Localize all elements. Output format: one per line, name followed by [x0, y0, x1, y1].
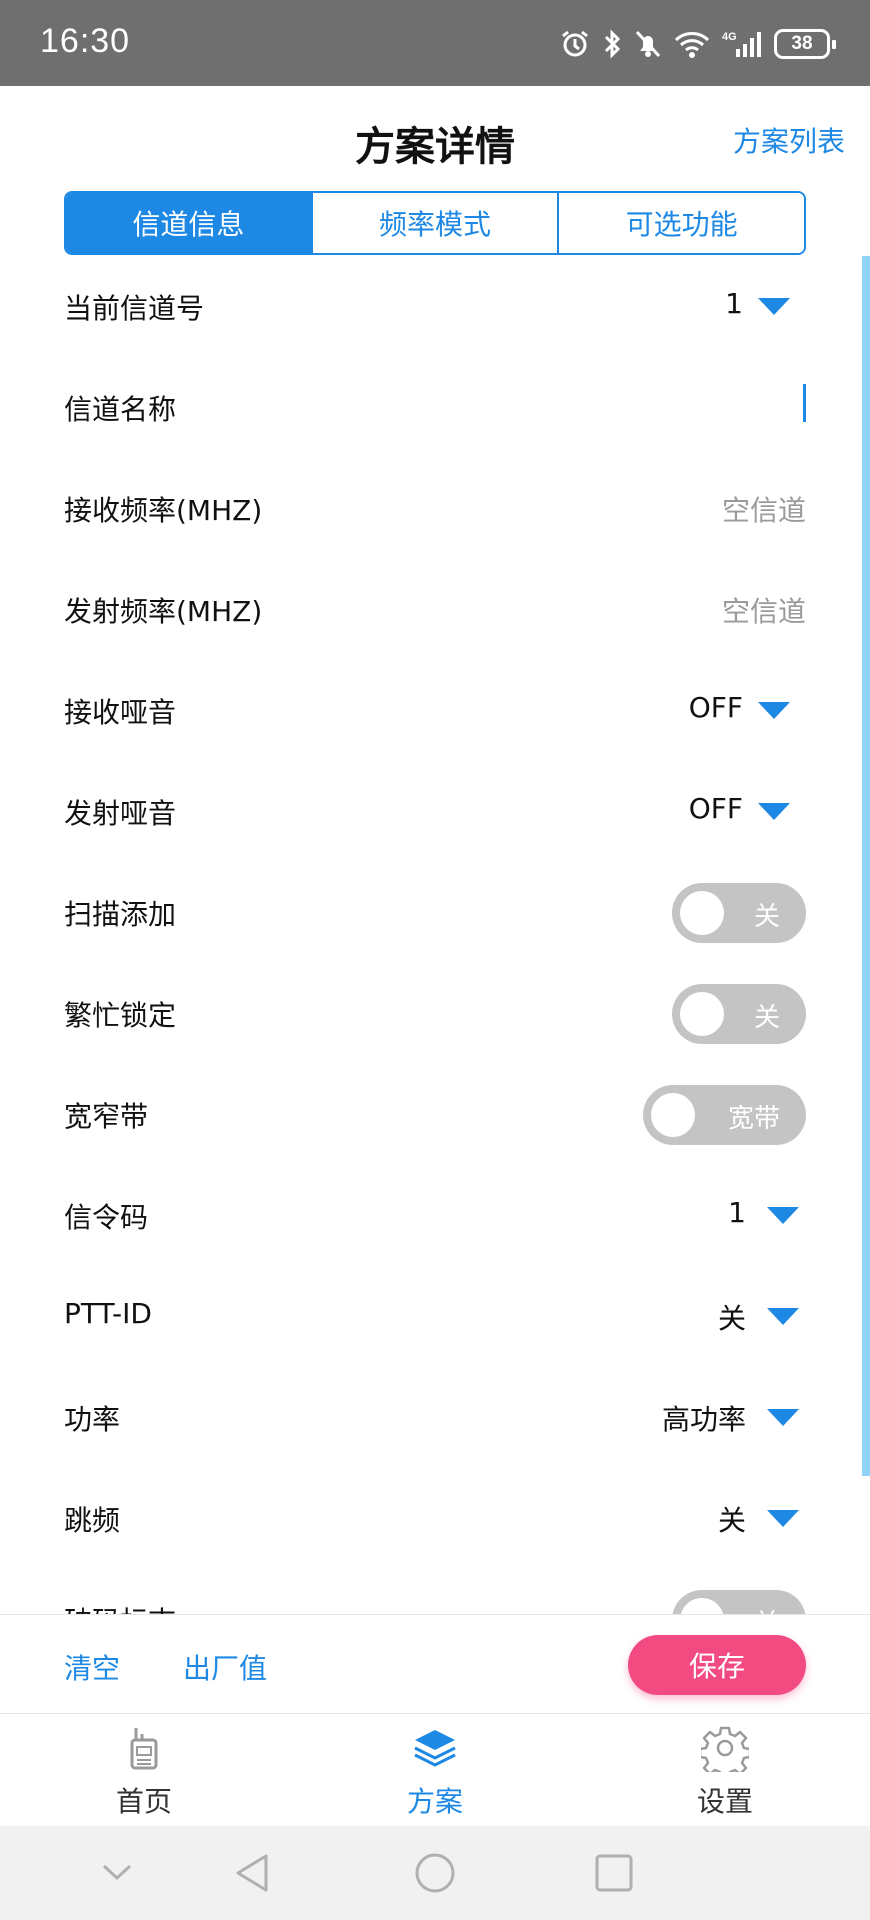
channel-form: 当前信道号 1 信道名称 接收频率(MHZ) 空信道 发射频率(MHZ) 空信道… — [0, 255, 870, 1615]
dropdown-arrow-icon[interactable] — [758, 702, 790, 719]
dropdown-arrow-icon[interactable] — [767, 1409, 799, 1426]
row-channel-name[interactable]: 信道名称 — [0, 356, 870, 457]
status-icons: 4G 38 — [560, 24, 836, 64]
row-label: 宽窄带 — [64, 1100, 149, 1133]
row-label: PTT-ID — [64, 1297, 152, 1330]
svg-text:4G: 4G — [722, 31, 737, 43]
row-label: 接收哑音 — [64, 696, 177, 729]
row-label: 接收频率(MHZ) — [64, 494, 263, 527]
ptt-id-value: 关 — [717, 1302, 746, 1335]
status-bar: 16:30 4G 38 — [0, 0, 870, 86]
row-label: 发射频率(MHZ) — [64, 595, 263, 628]
dropdown-arrow-icon[interactable] — [767, 1207, 799, 1224]
row-frequency-hop[interactable]: 跳频 关 — [0, 1467, 870, 1568]
nav-label: 方案 — [406, 1785, 463, 1818]
home-icon[interactable] — [412, 1850, 458, 1896]
dropdown-arrow-icon[interactable] — [758, 803, 790, 820]
row-rx-squelch[interactable]: 接收哑音 OFF — [0, 659, 870, 760]
nav-item-settings[interactable]: 设置 — [625, 1714, 825, 1826]
radio-icon — [130, 1728, 158, 1770]
nav-label: 首页 — [115, 1785, 172, 1818]
row-ptt-id[interactable]: PTT-ID 关 — [0, 1265, 870, 1366]
row-scramble[interactable]: 破码标志 关 — [0, 1568, 870, 1615]
recents-icon[interactable] — [591, 1850, 637, 1896]
scan-add-toggle[interactable]: 关 — [672, 883, 806, 943]
nav-item-home[interactable]: 首页 — [44, 1714, 244, 1826]
bandwidth-toggle[interactable]: 宽带 — [643, 1085, 806, 1145]
hide-keyboard-icon[interactable] — [100, 1850, 134, 1896]
row-label: 跳频 — [64, 1504, 121, 1537]
rx-frequency-input[interactable]: 空信道 — [722, 489, 806, 529]
channel-number-value: 1 — [725, 287, 743, 320]
bluetooth-icon — [604, 29, 621, 59]
busy-lock-toggle[interactable]: 关 — [672, 984, 806, 1044]
power-value: 高功率 — [661, 1403, 746, 1436]
tab-channel-info[interactable]: 信道信息 — [66, 193, 311, 253]
toggle-knob — [680, 1598, 724, 1615]
row-bandwidth[interactable]: 宽窄带 宽带 — [0, 1063, 870, 1164]
layers-icon — [414, 1730, 456, 1767]
row-signal-code[interactable]: 信令码 1 — [0, 1164, 870, 1265]
toggle-label: 关 — [753, 1003, 780, 1033]
status-time: 16:30 — [40, 22, 131, 60]
dropdown-arrow-icon[interactable] — [767, 1510, 799, 1527]
row-rx-frequency[interactable]: 接收频率(MHZ) 空信道 — [0, 457, 870, 558]
system-nav-bar — [0, 1826, 870, 1920]
tab-frequency-mode[interactable]: 频率模式 — [310, 193, 558, 253]
wifi-icon — [674, 32, 710, 58]
row-label: 信令码 — [64, 1201, 149, 1234]
tab-bar: 信道信息 频率模式 可选功能 — [64, 191, 806, 255]
header: 方案详情 方案列表 — [0, 86, 870, 186]
gear-icon — [701, 1726, 749, 1772]
row-power[interactable]: 功率 高功率 — [0, 1366, 870, 1467]
signal-4g-icon: 4G — [722, 31, 761, 57]
nav-item-plan[interactable]: 方案 — [335, 1714, 535, 1826]
back-icon[interactable] — [230, 1850, 276, 1896]
frequency-hop-value: 关 — [717, 1504, 746, 1537]
save-button[interactable]: 保存 — [628, 1635, 806, 1695]
mute-bell-icon — [635, 30, 661, 58]
toggle-label: 宽带 — [727, 1104, 780, 1134]
tab-optional-features[interactable]: 可选功能 — [557, 193, 804, 253]
tx-frequency-input[interactable]: 空信道 — [722, 590, 806, 630]
toggle-knob — [651, 1093, 695, 1137]
row-label: 当前信道号 — [64, 292, 205, 325]
tx-squelch-value: OFF — [688, 792, 743, 825]
row-label: 信道名称 — [64, 393, 177, 426]
toggle-knob — [680, 992, 724, 1036]
battery-icon: 38 — [774, 29, 836, 59]
bottom-nav: 首页 方案 设置 — [0, 1714, 870, 1826]
toggle-label: 关 — [753, 902, 780, 932]
row-busy-lock[interactable]: 繁忙锁定 关 — [0, 962, 870, 1063]
row-label: 破码标志 — [64, 1600, 176, 1615]
dropdown-arrow-icon[interactable] — [758, 298, 790, 315]
row-label: 扫描添加 — [64, 898, 177, 931]
row-channel-number[interactable]: 当前信道号 1 — [0, 255, 870, 356]
signal-code-value: 1 — [728, 1196, 746, 1229]
alarm-icon — [562, 30, 588, 57]
clear-button[interactable]: 清空 — [64, 1647, 120, 1687]
row-scan-add[interactable]: 扫描添加 关 — [0, 861, 870, 962]
row-label: 繁忙锁定 — [64, 999, 177, 1032]
toggle-knob — [680, 891, 724, 935]
row-tx-squelch[interactable]: 发射哑音 OFF — [0, 760, 870, 861]
plan-list-link[interactable]: 方案列表 — [733, 120, 845, 160]
scramble-toggle[interactable]: 关 — [672, 1590, 806, 1615]
action-bar: 清空 出厂值 保存 — [0, 1614, 870, 1714]
factory-reset-button[interactable]: 出厂值 — [183, 1647, 267, 1687]
row-label: 功率 — [64, 1403, 121, 1436]
nav-label: 设置 — [696, 1785, 753, 1818]
dropdown-arrow-icon[interactable] — [767, 1308, 799, 1325]
text-cursor — [803, 384, 806, 422]
row-tx-frequency[interactable]: 发射频率(MHZ) 空信道 — [0, 558, 870, 659]
rx-squelch-value: OFF — [688, 691, 743, 724]
row-label: 发射哑音 — [64, 797, 177, 830]
